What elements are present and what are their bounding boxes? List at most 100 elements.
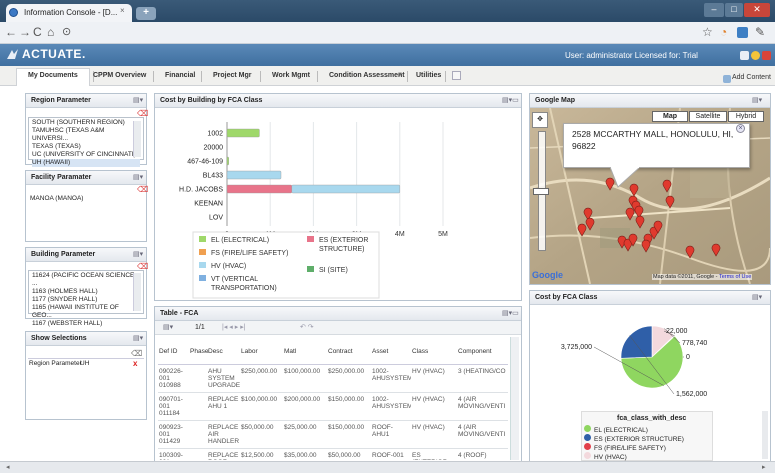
- new-tab-button[interactable]: +: [136, 7, 156, 20]
- browser-tab[interactable]: Information Console - [D...: [6, 4, 132, 22]
- star-icon[interactable]: ☆: [702, 25, 713, 39]
- close-icon[interactable]: ×: [736, 124, 745, 133]
- list-item[interactable]: TEXAS (TEXAS): [32, 143, 140, 151]
- scroll-right-icon[interactable]: ▸: [762, 463, 766, 471]
- page-info-icon[interactable]: ⊙: [62, 25, 71, 38]
- tab-financial[interactable]: Financial: [165, 72, 195, 79]
- list-item-selected[interactable]: UH (HAWAII): [32, 159, 140, 167]
- col-header[interactable]: Class: [411, 340, 457, 364]
- list-item[interactable]: SOUTH (SOUTHERN REGION): [32, 119, 140, 127]
- building-listbox[interactable]: 11624 (PACIFIC OCEAN SCIENCE ... 1163 (H…: [28, 270, 144, 327]
- table-row[interactable]: 090923-001 011429 REPLACE AIR HANDLER $50,…: [158, 420, 508, 448]
- scrollbar[interactable]: [133, 121, 141, 157]
- add-tab-icon[interactable]: [452, 71, 461, 80]
- minimize-button[interactable]: –: [704, 3, 724, 17]
- add-content-icon[interactable]: [723, 75, 731, 83]
- undo-redo-icon[interactable]: ↶ ↷: [300, 323, 314, 331]
- map-pan-control[interactable]: ✥: [532, 112, 548, 128]
- list-item[interactable]: TAMUHSC (TEXAS A&M UNIVERSI...: [32, 127, 140, 143]
- pager-icons[interactable]: |◂ ◂ ▸ ▸|: [222, 323, 246, 331]
- facility-item[interactable]: MANOA (MANOA): [30, 195, 83, 202]
- table-cell: 4 (AIR MOVING/VENTI: [458, 423, 506, 438]
- tab-my-documents[interactable]: My Documents: [28, 72, 78, 79]
- table-cell: 4 (ROOF): [458, 451, 487, 459]
- col-header[interactable]: Labor: [240, 340, 283, 364]
- list-item[interactable]: 1163 (HOLMES HALL): [32, 288, 140, 296]
- home-icon[interactable]: ⌂: [47, 25, 54, 39]
- pie-data-label: 0: [686, 354, 690, 361]
- reload-icon[interactable]: C: [33, 25, 42, 39]
- logout-icon[interactable]: [762, 51, 771, 60]
- actuate-logo-icon: [7, 49, 18, 59]
- divider: [28, 358, 144, 359]
- panel-menu-icon[interactable]: ▤▾▭: [502, 309, 519, 317]
- map-type-map[interactable]: Map: [652, 111, 688, 122]
- legend-label: EL (ELECTRICAL): [211, 237, 269, 244]
- chevron-down-icon[interactable]: ▼: [397, 72, 403, 78]
- table-row[interactable]: 100309-001 011772 REPLACE ROOF$12,500.00 $…: [158, 448, 508, 461]
- panel-title: Region Parameter: [26, 94, 146, 108]
- tab-project-mgr[interactable]: Project Mgr: [213, 72, 252, 79]
- col-header[interactable]: Asset: [371, 340, 411, 364]
- col-header[interactable]: Def ID: [158, 340, 189, 364]
- scrollbar[interactable]: [133, 273, 141, 311]
- list-item[interactable]: 1165 (HAWAII INSTITUTE OF GEO...: [32, 304, 140, 320]
- wrench-icon[interactable]: ✎: [755, 25, 765, 39]
- clear-icon[interactable]: ⌫: [131, 349, 142, 358]
- tab-cppm-overview[interactable]: CPPM Overview: [93, 72, 146, 79]
- forward-icon[interactable]: →: [19, 25, 31, 39]
- map-zoom-handle[interactable]: [533, 188, 549, 195]
- list-item[interactable]: UC (UNIVERSITY OF CINCINNATI): [32, 151, 140, 159]
- region-listbox[interactable]: SOUTH (SOUTHERN REGION) TAMUHSC (TEXAS A…: [28, 117, 144, 167]
- table-menu-icon[interactable]: ▤▾: [163, 323, 173, 331]
- help-icon[interactable]: [751, 51, 760, 60]
- tab-utilities[interactable]: Utilities: [416, 72, 441, 79]
- document-icon[interactable]: [740, 51, 749, 60]
- legend-scrollbar[interactable]: [762, 411, 768, 459]
- list-item[interactable]: 11624 (PACIFIC OCEAN SCIENCE ...: [32, 272, 140, 288]
- panel-title: Cost by FCA Class: [530, 291, 770, 305]
- eraser-icon[interactable]: ⌫: [137, 185, 148, 194]
- col-header[interactable]: Matl: [283, 340, 327, 364]
- list-item[interactable]: 1177 (SNYDER HALL): [32, 296, 140, 304]
- tab-divider: [260, 71, 261, 82]
- panel-menu-icon[interactable]: ▤▾: [752, 293, 762, 301]
- list-item[interactable]: 1167 (WEBSTER HALL): [32, 320, 140, 328]
- col-header[interactable]: Component: [457, 340, 508, 364]
- tab-work-mgmt[interactable]: Work Mgmt: [272, 72, 310, 79]
- scroll-left-icon[interactable]: ◂: [6, 463, 10, 471]
- panel-menu-icon[interactable]: ▤▾▭: [502, 96, 519, 104]
- terms-link[interactable]: Terms of Use: [719, 274, 751, 280]
- table-row[interactable]: 090701-001 011184 REPLACE AHU 1 $100,000.0…: [158, 392, 508, 420]
- legend-swatch: [199, 262, 206, 268]
- panel-menu-icon[interactable]: ▤▾: [133, 173, 143, 181]
- add-content-link[interactable]: Add Content: [732, 74, 771, 81]
- col-header[interactable]: Contract: [327, 340, 371, 364]
- table-cell: $150,000.00: [328, 423, 365, 431]
- legend-label: SI (SITE): [319, 267, 348, 274]
- panel-title: Building Parameter: [26, 248, 146, 262]
- page-hscroll[interactable]: [0, 461, 775, 473]
- map-type-hybrid[interactable]: Hybrid: [728, 111, 764, 122]
- col-header[interactable]: Phase: [189, 340, 208, 364]
- rss-icon[interactable]: ◔: [720, 25, 727, 39]
- google-logo: Google: [532, 270, 563, 280]
- remove-selection-button[interactable]: x: [133, 359, 137, 368]
- tab-condition-assessment[interactable]: Condition Assessment: [329, 72, 405, 79]
- back-icon[interactable]: ←: [5, 25, 17, 39]
- extension-icon[interactable]: [737, 27, 748, 38]
- map-type-satellite[interactable]: Satellite: [689, 111, 727, 122]
- panel-menu-icon[interactable]: ▤▾: [133, 250, 143, 258]
- legend-swatch: [307, 266, 314, 272]
- table-row[interactable]: 090226-001 010988 AHU SYSTEM UPGRADE $250,…: [158, 364, 508, 392]
- close-icon[interactable]: ×: [120, 6, 125, 15]
- panel-menu-icon[interactable]: ▤▾: [133, 96, 143, 104]
- panel-menu-icon[interactable]: ▤▾: [133, 334, 143, 342]
- table-vscroll[interactable]: [510, 337, 519, 460]
- panel-menu-icon[interactable]: ▤▾: [752, 96, 762, 104]
- window-close-button[interactable]: ✕: [744, 3, 770, 17]
- y-tick-label: LOV: [209, 215, 223, 222]
- col-header[interactable]: Desc: [207, 340, 240, 364]
- browser-navbar: [0, 22, 775, 44]
- maximize-button[interactable]: □: [725, 3, 743, 17]
